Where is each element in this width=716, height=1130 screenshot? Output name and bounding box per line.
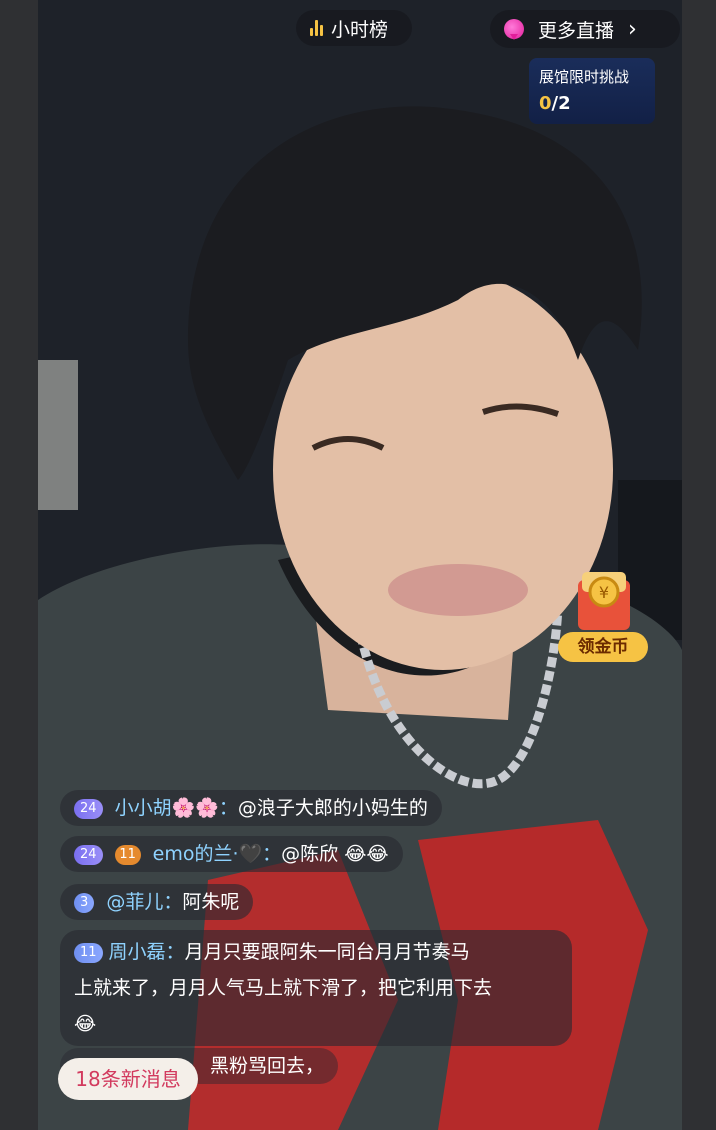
comment-text: 阿朱呢: [182, 891, 240, 913]
bar-chart-icon: [310, 20, 323, 36]
comment-2[interactable]: 24 11 emo的兰·🖤：@陈欣 😂😂: [60, 836, 403, 872]
treasure-chest-icon: ¥: [578, 572, 630, 630]
fan-badge: 11: [114, 844, 141, 865]
hour-rank-label: 小时榜: [331, 18, 389, 41]
challenge-progress: 0/2: [539, 93, 571, 114]
comment-text: 黑粉骂回去，: [210, 1055, 325, 1077]
comment-3[interactable]: 3 @菲儿：阿朱呢: [60, 884, 254, 920]
laugh-emoji-icon: 😂😂: [344, 843, 389, 865]
live-video[interactable]: 小时榜 更多直播 › 展馆限时挑战 0/2 ¥ 领金币 24 小小胡🌸🌸：@浪子…: [38, 0, 682, 1130]
live-icon: [504, 19, 524, 40]
coin-reward-button[interactable]: ¥ 领金币: [558, 566, 650, 666]
coin-label: 领金币: [558, 632, 648, 662]
comment-user: 周小磊：: [108, 941, 185, 963]
svg-text:¥: ¥: [599, 583, 609, 602]
comment-user: @菲儿：: [106, 891, 183, 913]
challenge-card[interactable]: 展馆限时挑战 0/2: [529, 58, 655, 124]
hour-rank-button[interactable]: 小时榜: [296, 10, 412, 46]
comment-text-line2: 上就来了，月月人气马上就下滑了，把它利用下去: [74, 977, 493, 999]
more-live-label: 更多直播: [538, 19, 615, 42]
comment-text: @浪子大郎的小妈生的: [237, 797, 428, 819]
comment-user: emo的兰·🖤：: [152, 843, 282, 865]
challenge-title: 展馆限时挑战: [539, 68, 630, 86]
right-frame: [682, 0, 716, 1130]
level-badge: 24: [74, 844, 103, 865]
chevron-right-icon: ›: [628, 16, 637, 42]
comment-text: 月月只要跟阿朱一同台月月节奏马: [184, 941, 470, 963]
left-frame: [0, 0, 38, 1130]
more-live-button[interactable]: 更多直播 ›: [490, 10, 680, 48]
comment-text: @陈欣: [281, 843, 339, 865]
level-badge: 3: [74, 892, 95, 913]
level-badge: 11: [74, 942, 103, 963]
comment-user: 小小胡🌸🌸：: [114, 797, 238, 819]
comment-4[interactable]: 11 周小磊：月月只要跟阿朱一同台月月节奏马 上就来了，月月人气马上就下滑了，把它…: [60, 930, 572, 1046]
laugh-emoji-icon: 😂: [74, 1013, 97, 1035]
comment-1[interactable]: 24 小小胡🌸🌸：@浪子大郎的小妈生的: [60, 790, 442, 826]
level-badge: 24: [74, 798, 103, 819]
new-messages-button[interactable]: 18条新消息: [58, 1058, 198, 1100]
